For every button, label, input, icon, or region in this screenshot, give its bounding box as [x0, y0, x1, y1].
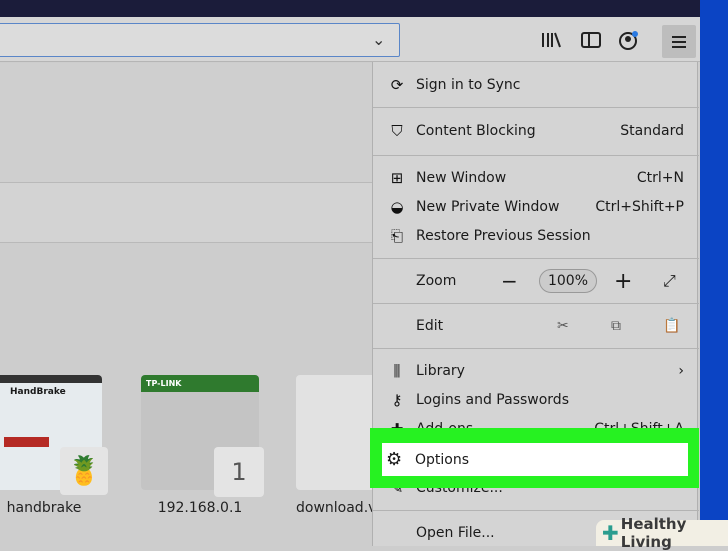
menu-item-edit: Edit ✂ ⧉ 📋 [416, 318, 681, 334]
menu-item-new-window[interactable]: ⊞ New Window Ctrl+N [373, 164, 699, 192]
menu-item-sync[interactable]: ⟳ Sign in to Sync [373, 71, 699, 99]
address-bar[interactable] [0, 23, 400, 57]
zoom-reset-button[interactable]: 100% [539, 269, 597, 293]
cut-icon[interactable]: ✂ [557, 318, 569, 334]
chevron-down-icon[interactable]: ⌄ [372, 30, 385, 49]
pineapple-icon: 🍍 [60, 447, 108, 495]
desktop-background [700, 0, 728, 546]
hamburger-icon [672, 35, 686, 48]
tile-label: 192.168.0.1 [157, 500, 243, 516]
library-icon[interactable] [538, 28, 564, 52]
title-bar [0, 0, 728, 17]
account-icon[interactable] [616, 28, 642, 52]
chevron-right-icon: › [678, 363, 684, 379]
shield-icon: ⛉ [391, 122, 403, 140]
menu-item-library[interactable]: ⫼ Library › [373, 357, 699, 385]
sync-icon: ⟳ [390, 76, 404, 94]
top-site-tile-download[interactable] [296, 375, 376, 490]
tile-badge: 1 [214, 447, 264, 497]
zoom-out-button[interactable]: − [501, 269, 518, 293]
key-icon: ⚷ [391, 391, 403, 409]
tile-label: handbrake [6, 500, 82, 516]
menu-item-options[interactable]: ⚙ Options [382, 443, 688, 476]
library-icon: ⫼ [393, 362, 401, 380]
zoom-in-button[interactable]: + [614, 269, 632, 294]
restore-icon: ⎗ [390, 227, 403, 245]
menu-item-content-blocking[interactable]: ⛉ Content Blocking Standard [373, 117, 699, 145]
watermark: ✚ Healthy Living [596, 515, 728, 551]
paste-icon[interactable]: 📋 [663, 318, 680, 334]
menu-item-logins[interactable]: ⚷ Logins and Passwords [373, 386, 699, 414]
mask-icon: ◒ [390, 198, 404, 216]
gear-icon: ⚙ [386, 449, 403, 470]
tile-label: download.vi [296, 500, 376, 516]
menu-item-private-window[interactable]: ◒ New Private Window Ctrl+Shift+P [373, 193, 699, 221]
menu-item-restore-session[interactable]: ⎗ Restore Previous Session [373, 222, 699, 250]
hamburger-menu-button[interactable] [662, 25, 696, 58]
copy-icon[interactable]: ⧉ [611, 318, 621, 334]
sidebar-icon[interactable] [578, 28, 604, 52]
search-section [0, 183, 372, 243]
menu-item-zoom: Zoom − 100% + ⤢ [416, 268, 676, 294]
plus-logo-icon: ✚ [602, 521, 619, 545]
new-window-icon: ⊞ [390, 169, 404, 187]
fullscreen-icon[interactable]: ⤢ [663, 271, 676, 291]
page-section [0, 63, 372, 183]
